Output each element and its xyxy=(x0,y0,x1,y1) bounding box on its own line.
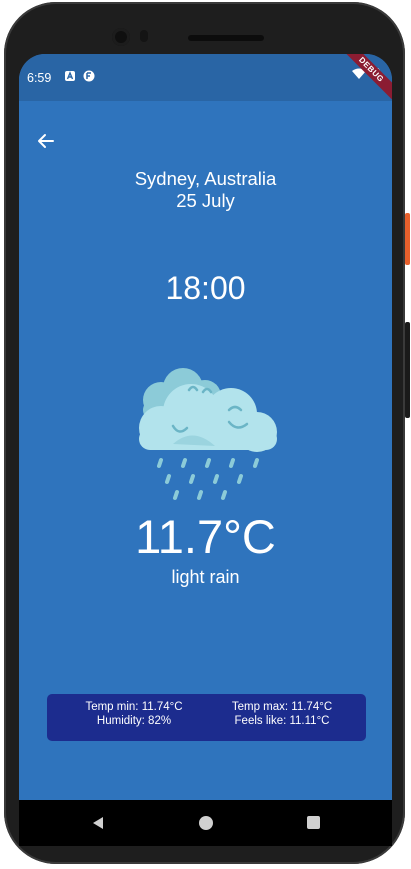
flutter-notification-icon xyxy=(83,70,95,82)
status-bar: 6:59 xyxy=(19,54,392,101)
weather-description: light rain xyxy=(171,567,240,587)
forecast-time: 18:00 xyxy=(165,270,246,306)
earpiece-speaker xyxy=(188,35,264,41)
notification-a-icon xyxy=(65,71,75,81)
weather-details-card: Temp min: 11.74°C Temp max: 11.74°C Humi… xyxy=(47,694,366,741)
power-button[interactable] xyxy=(405,213,410,265)
back-arrow-icon[interactable] xyxy=(35,130,57,152)
nav-back-icon[interactable] xyxy=(91,816,105,830)
date-label: 25 July xyxy=(176,190,235,211)
status-time: 6:59 xyxy=(27,71,52,85)
feels-like: Feels like: 11.11°C xyxy=(234,715,330,727)
humidity: Humidity: 82% xyxy=(96,715,172,727)
sensor xyxy=(140,30,148,42)
location-label: Sydney, Australia xyxy=(134,168,277,189)
volume-button[interactable] xyxy=(405,322,410,418)
temp-max: Temp max: 11.74°C xyxy=(231,701,333,713)
cloud-rain-icon xyxy=(139,368,277,500)
nav-home-icon[interactable] xyxy=(199,816,213,830)
navigation-bar xyxy=(19,800,392,846)
temp-min: Temp min: 11.74°C xyxy=(85,701,183,713)
front-camera xyxy=(112,28,130,46)
app-screen: 6:59 DEBUG Sydney, Australia 25 July 18:… xyxy=(19,54,392,800)
temperature-value: 11.7°C xyxy=(135,510,276,563)
nav-recents-icon[interactable] xyxy=(307,816,320,829)
